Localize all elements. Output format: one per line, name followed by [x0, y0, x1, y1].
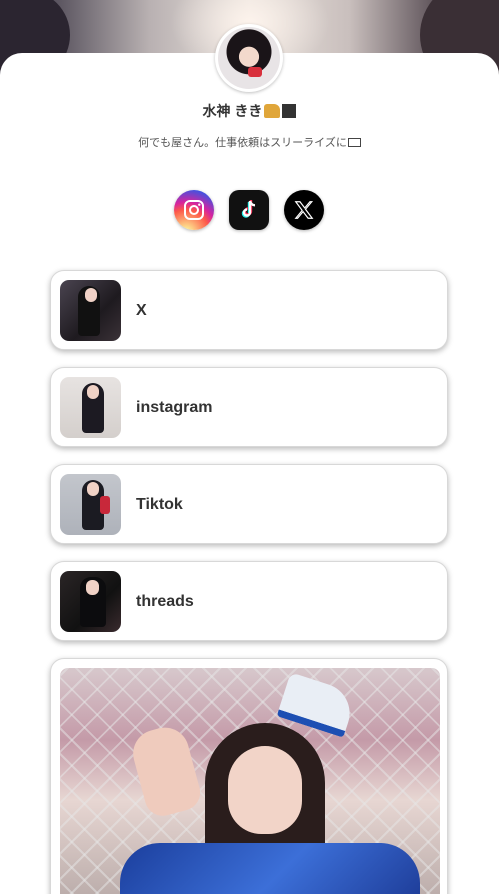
black-square-emoji-icon: [282, 104, 297, 118]
tiktok-icon[interactable]: [229, 190, 269, 230]
profile-bio: 何でも屋さん。仕事依頼はスリーライズに: [0, 134, 499, 150]
link-instagram[interactable]: instagram: [50, 367, 448, 447]
link-tiktok[interactable]: Tiktok: [50, 464, 448, 544]
link-thumbnail: [60, 571, 121, 632]
x-glyph: [294, 201, 314, 219]
instagram-glyph: [184, 200, 204, 220]
featured-photo-card[interactable]: [50, 658, 448, 894]
link-label: threads: [136, 593, 194, 610]
link-label: Tiktok: [136, 496, 183, 513]
link-thumbnail: [60, 377, 121, 438]
social-icons: [0, 190, 499, 230]
link-thumbnail: [60, 474, 121, 535]
x-icon[interactable]: [284, 190, 324, 230]
tiktok-glyph: [241, 200, 256, 218]
profile-name-text: 水神 きき: [202, 103, 263, 119]
link-threads[interactable]: threads: [50, 561, 448, 641]
link-label: instagram: [136, 399, 213, 416]
envelope-emoji-icon: [347, 138, 361, 147]
link-label: X: [136, 302, 147, 319]
avatar-image: [218, 27, 280, 89]
avatar[interactable]: [215, 24, 283, 92]
link-thumbnail: [60, 280, 121, 341]
link-x[interactable]: X: [50, 270, 448, 350]
dog-emoji-icon: [264, 104, 281, 118]
featured-photo: [60, 668, 440, 894]
profile-bio-text: 何でも屋さん。仕事依頼はスリーライズに: [138, 137, 347, 149]
profile-name: 水神 きき: [0, 101, 499, 121]
instagram-icon[interactable]: [174, 190, 214, 230]
